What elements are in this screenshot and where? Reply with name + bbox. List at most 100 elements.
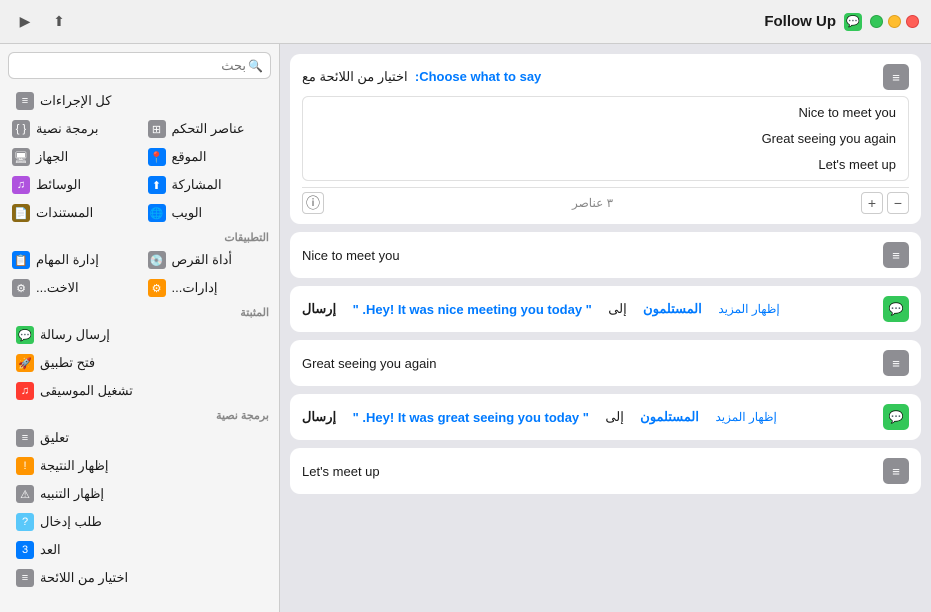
- count-label: العد: [40, 542, 61, 558]
- disk-tool-label: أداة القرص: [172, 252, 232, 268]
- top-bar-left: ▶ ⬆: [12, 9, 72, 35]
- sharing-label: المشاركة: [172, 177, 222, 193]
- admin2-icon: ⚙: [148, 279, 166, 297]
- plus-button[interactable]: +: [861, 192, 883, 214]
- sidebar-item-count[interactable]: العد 3: [4, 536, 275, 564]
- sidebar-item-disk-tool[interactable]: أداة القرص 💿: [140, 246, 276, 274]
- send-more-1[interactable]: إظهار المزيد: [718, 302, 779, 316]
- controls-label: عناصر التحكم: [172, 121, 245, 137]
- card1-header: ≡ Choose what to say: اختيار من اللائحة …: [302, 64, 909, 90]
- location-icon: 📍: [148, 148, 166, 166]
- lets-meet-text: Let's meet up: [302, 464, 380, 479]
- card1-header-text: Choose what to say: اختيار من اللائحة مع: [302, 69, 541, 85]
- sidebar-grid: برمجة نصية { } عناصر التحكم ⊞ الجهاز 🖥 ا…: [0, 115, 279, 227]
- web-label: الويب: [172, 205, 203, 221]
- play-button[interactable]: ▶: [12, 9, 38, 35]
- admin2-label: إدارات...: [172, 280, 218, 296]
- apps-section-label: التطبيقات: [0, 227, 279, 246]
- search-input[interactable]: [8, 52, 271, 79]
- show-result-label: إظهار النتيجة: [40, 458, 109, 474]
- nice-meet-text: Nice to meet you: [302, 248, 400, 263]
- sidebar-item-open-app[interactable]: فتح تطبيق 🚀: [4, 349, 275, 377]
- show-alert-icon: ⚠: [16, 485, 34, 503]
- sidebar-item-all-actions[interactable]: كل الإجراءات ≡: [4, 87, 275, 115]
- send-icon-1: 💬: [883, 296, 909, 322]
- sidebar-item-hardware[interactable]: الجهاز 🖥: [4, 143, 140, 171]
- send-card-1: 💬 إظهار المزيد المستلمون إلى " Hey! It w…: [290, 286, 921, 332]
- sidebar-item-comment[interactable]: تعليق ≡: [4, 424, 275, 452]
- disk-tool-icon: 💿: [148, 251, 166, 269]
- sidebar-item-location[interactable]: الموقع 📍: [140, 143, 276, 171]
- play-music-icon: ♫: [16, 382, 34, 400]
- sidebar-item-media[interactable]: الوسائط ♫: [4, 171, 140, 199]
- send-msg-icon: 💬: [16, 326, 34, 344]
- choose-list-card: ≡ Choose what to say: اختيار من اللائحة …: [290, 54, 921, 224]
- send-more-2[interactable]: إظهار المزيد: [715, 410, 776, 424]
- sidebar-item-send-msg[interactable]: إرسال رسالة 💬: [4, 321, 275, 349]
- great-seeing-icon: ≡: [883, 350, 909, 376]
- scripting-icon: { }: [12, 120, 30, 138]
- media-icon: ♫: [12, 176, 30, 194]
- sidebar-item-show-alert[interactable]: إظهار التنبيه ⚠: [4, 480, 275, 508]
- docs-icon: 📄: [12, 204, 30, 222]
- open-app-icon: 🚀: [16, 354, 34, 372]
- task-mgr-label: إدارة المهام: [36, 252, 99, 268]
- card1-footer-buttons: − +: [861, 192, 909, 214]
- content-area: ≡ Choose what to say: اختيار من اللائحة …: [280, 44, 931, 612]
- send-msg-text-1: " Hey! It was nice meeting you today. ": [353, 302, 592, 317]
- admin1-icon: ⚙: [12, 279, 30, 297]
- green-light: [870, 15, 883, 28]
- main-layout: 🔍 كل الإجراءات ≡ برمجة نصية { } عناصر ال…: [0, 44, 931, 612]
- traffic-lights: [870, 15, 919, 28]
- card1-options: Nice to meet you Great seeing you again …: [302, 96, 909, 181]
- red-light: [906, 15, 919, 28]
- hardware-label: الجهاز: [36, 149, 68, 165]
- sidebar-item-task-mgr[interactable]: إدارة المهام 📋: [4, 246, 140, 274]
- send-recipients-2[interactable]: المستلمون: [640, 409, 699, 425]
- show-result-icon: !: [16, 457, 34, 475]
- sidebar-item-choose-list[interactable]: اختيار من اللائحة ≡: [4, 564, 275, 592]
- sidebar-item-ask-input[interactable]: طلب إدخال ?: [4, 508, 275, 536]
- card1-footer: − + ٣ عناصر ⓘ: [302, 187, 909, 214]
- sidebar-item-docs[interactable]: المستندات 📄: [4, 199, 140, 227]
- sidebar-item-web[interactable]: الويب 🌐: [140, 199, 276, 227]
- great-seeing-card: ≡ Great seeing you again: [290, 340, 921, 386]
- send-recipients-1[interactable]: المستلمون: [643, 301, 702, 317]
- comment-icon: ≡: [16, 429, 34, 447]
- sidebar-item-play-music[interactable]: تشغيل الموسيقى ♫: [4, 377, 275, 405]
- send-label-2: إرسال: [302, 409, 336, 425]
- info-button[interactable]: ⓘ: [302, 192, 324, 214]
- card1-choose-label: Choose what to say:: [415, 69, 541, 84]
- yellow-light: [888, 15, 901, 28]
- task-mgr-icon: 📋: [12, 251, 30, 269]
- send-to-1: إلى: [608, 301, 626, 317]
- docs-label: المستندات: [36, 205, 93, 221]
- sidebar-item-scripting[interactable]: برمجة نصية { }: [4, 115, 140, 143]
- scripting-label: برمجة نصية: [36, 121, 99, 137]
- option-great-seeing: Great seeing you again: [303, 127, 908, 150]
- sidebar-item-sharing[interactable]: المشاركة ⬆: [140, 171, 276, 199]
- page-title: Follow Up: [764, 13, 836, 30]
- great-seeing-text: Great seeing you again: [302, 356, 436, 371]
- sidebar-item-admin1[interactable]: الاخت... ⚙: [4, 274, 140, 302]
- sidebar-item-show-result[interactable]: إظهار النتيجة !: [4, 452, 275, 480]
- controls-icon: ⊞: [148, 120, 166, 138]
- location-label: الموقع: [172, 149, 207, 165]
- send-card-2-content: إظهار المزيد المستلمون إلى " Hey! It was…: [302, 408, 777, 426]
- admin1-label: الاخت...: [36, 280, 79, 296]
- search-box[interactable]: 🔍: [8, 52, 271, 79]
- send-card-2: 💬 إظهار المزيد المستلمون إلى " Hey! It w…: [290, 394, 921, 440]
- option-lets-meet: Let's meet up: [303, 153, 908, 176]
- card1-header-main: اختيار من اللائحة مع: [302, 69, 408, 84]
- sidebar-item-controls[interactable]: عناصر التحكم ⊞: [140, 115, 276, 143]
- send-card-1-content: إظهار المزيد المستلمون إلى " Hey! It was…: [302, 300, 780, 318]
- nice-meet-card: ≡ Nice to meet you: [290, 232, 921, 278]
- sidebar-item-admin2[interactable]: إدارات... ⚙: [140, 274, 276, 302]
- share-button[interactable]: ⬆: [46, 9, 72, 35]
- media-label: الوسائط: [36, 177, 81, 193]
- apps-grid: إدارة المهام 📋 أداة القرص 💿 الاخت... ⚙ إ…: [0, 246, 279, 302]
- send-msg-label: إرسال رسالة: [40, 327, 110, 343]
- show-alert-label: إظهار التنبيه: [40, 486, 104, 502]
- minus-button[interactable]: −: [887, 192, 909, 214]
- lets-meet-card: ≡ Let's meet up: [290, 448, 921, 494]
